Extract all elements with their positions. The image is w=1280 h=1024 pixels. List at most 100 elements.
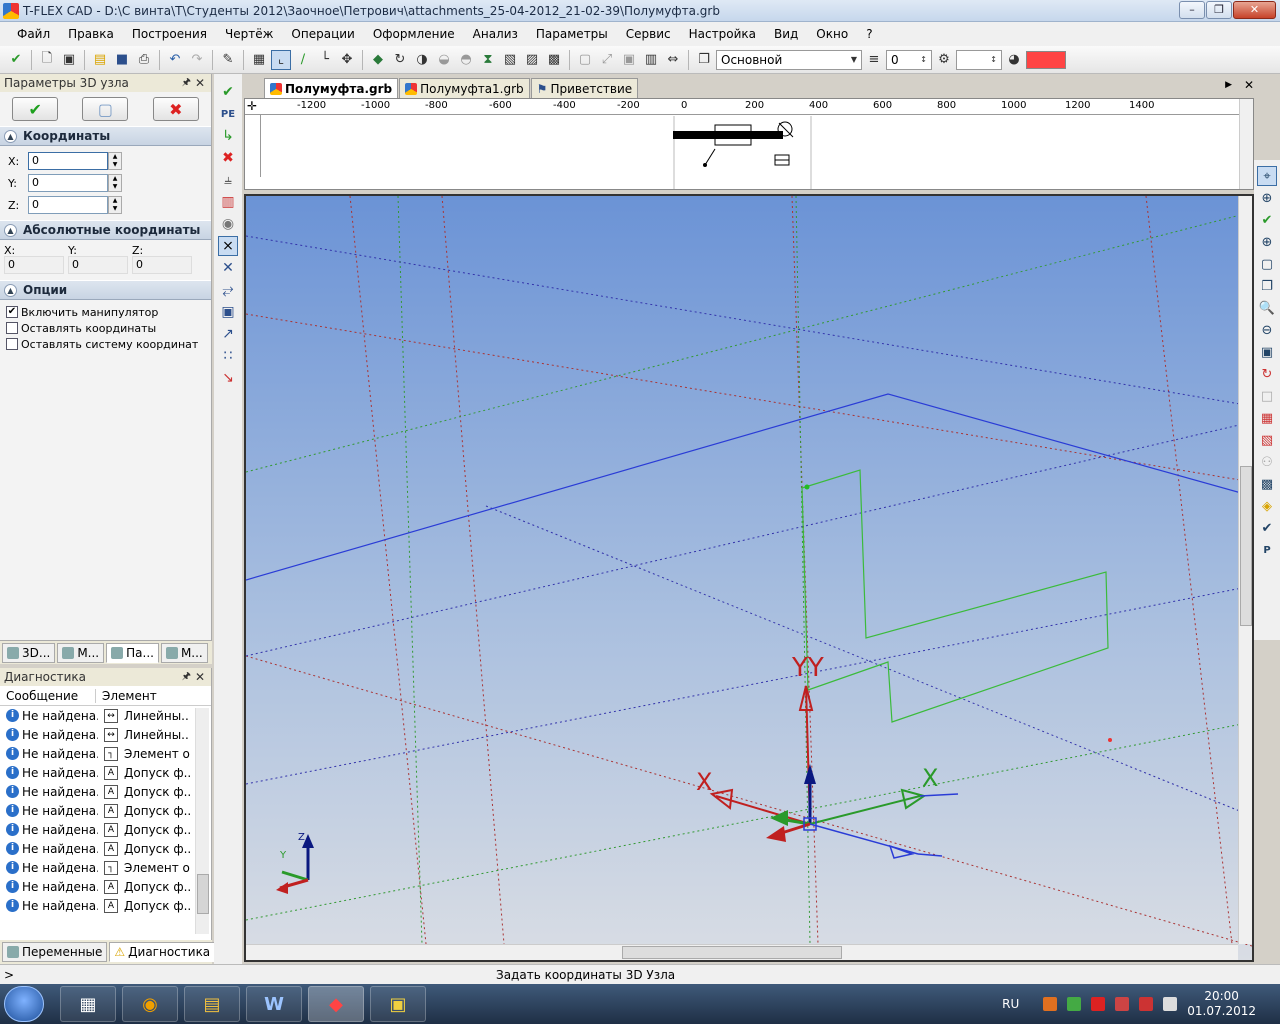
redo-icon[interactable]: ↷ (187, 50, 207, 70)
params-icon[interactable]: PE (218, 104, 238, 124)
column-element[interactable]: Элемент (96, 689, 157, 703)
properties-icon[interactable]: P (1257, 540, 1277, 560)
zoom-icon[interactable]: 🔍 (1257, 298, 1277, 318)
measure-icon[interactable]: ⤢ (597, 50, 617, 70)
pin-icon[interactable]: 🖈 (182, 75, 191, 92)
node-icon[interactable]: ⨯ (218, 236, 238, 256)
zoom-all-icon[interactable]: ❐ (1257, 276, 1277, 296)
table-row[interactable]: iНе найдена...AДопуск ф... (0, 839, 211, 858)
snap-node-icon[interactable]: ⌖ (1257, 166, 1277, 186)
zoom-window-icon[interactable]: ▢ (1257, 254, 1277, 274)
network-icon[interactable] (1067, 997, 1082, 1011)
tab-diagnostics[interactable]: ⚠ Диагностика (109, 942, 216, 962)
panel-tab-0[interactable]: 3D... (2, 642, 56, 663)
undo-icon[interactable]: ↶ (165, 50, 185, 70)
array-icon[interactable]: ▨ (522, 50, 542, 70)
tab-polumufta[interactable]: Полумуфта.grb (264, 78, 399, 98)
panel-tab-1[interactable]: М... (57, 642, 105, 663)
layer-select[interactable]: Основной ▼ (716, 49, 862, 70)
menu-item-6[interactable]: Анализ (464, 22, 527, 46)
menu-item-1[interactable]: Правка (59, 22, 123, 46)
column-message[interactable]: Сообщение (0, 688, 96, 703)
menu-item-7[interactable]: Параметры (527, 22, 617, 46)
table-row[interactable]: iНе найдена...┐Элемент о... (0, 858, 211, 877)
cancel-button[interactable]: ✖ (152, 97, 199, 121)
tab-variables[interactable]: Переменные (2, 942, 108, 962)
menu-item-10[interactable]: Вид (765, 22, 807, 46)
apply-next-icon[interactable]: ↳ (218, 126, 238, 146)
menu-item-4[interactable]: Операции (282, 22, 363, 46)
layers-icon[interactable]: ❐ (694, 50, 714, 70)
table-row[interactable]: iНе найдена...AДопуск ф... (0, 782, 211, 801)
node-array-icon[interactable]: ∷ (218, 346, 238, 366)
zoom-fit-icon[interactable]: ▣ (1257, 342, 1277, 362)
media-task-icon[interactable]: ◉ (122, 986, 178, 1022)
z-input[interactable]: 0 (28, 196, 108, 214)
material-icon[interactable]: ▥ (641, 50, 661, 70)
priority-icon[interactable]: ⚙ (934, 50, 954, 70)
viewport-3d[interactable]: YY X X Z Y (244, 194, 1254, 962)
loft-icon[interactable]: ⧗ (478, 50, 498, 70)
keep-cs-checkbox[interactable] (6, 338, 18, 350)
close-icon[interactable]: ✕ (195, 76, 205, 90)
tab-polumufta1[interactable]: Полумуфта1.grb (399, 78, 530, 98)
pencil-icon[interactable]: ✎ (218, 50, 238, 70)
language-indicator[interactable]: RU (1002, 997, 1019, 1011)
close-icon[interactable]: ✕ (195, 670, 205, 684)
pan-view-icon[interactable]: □ (1257, 386, 1277, 406)
delete-node-icon[interactable]: ✕ (218, 258, 238, 278)
snap-icon[interactable]: ⌞ (271, 49, 291, 70)
snap-point-icon[interactable]: ⊕ (1257, 188, 1277, 208)
view-icon[interactable]: ▢ (575, 50, 595, 70)
extrude-icon[interactable]: ◆ (368, 50, 388, 70)
minimize-button[interactable]: – (1179, 1, 1205, 19)
drawing-view-2d[interactable]: ✛ -1200 -1000 -800 -600 -400 -200 0 200 400 600 80… (244, 98, 1254, 190)
axes-icon[interactable]: └ (315, 50, 335, 70)
x-input[interactable]: 0 (28, 152, 108, 170)
node-offset-icon[interactable]: ↘ (218, 368, 238, 388)
table-row[interactable]: iНе найдена...┐Элемент о... (0, 744, 211, 763)
section-icon[interactable]: ▣ (619, 50, 639, 70)
point-icon[interactable]: ◉ (218, 214, 238, 234)
close-document-icon[interactable]: ✕ (1244, 78, 1254, 92)
clock[interactable]: 20:00 01.07.2012 (1187, 989, 1256, 1019)
tab-welcome[interactable]: ⚑ Приветствие (530, 78, 639, 98)
apply-icon[interactable]: ✔ (218, 82, 238, 102)
new-3d-icon[interactable]: ▣ (59, 50, 79, 70)
diagnostics-scrollbar[interactable] (195, 708, 209, 934)
section-absolute-coordinates[interactable]: ▲ Абсолютные координаты (0, 220, 211, 240)
table-row[interactable]: iНе найдена...AДопуск ф... (0, 763, 211, 782)
table-row[interactable]: iНе найдена...↔Линейны... (0, 706, 211, 725)
new-file-icon[interactable]: 🗋 (37, 50, 57, 70)
layer-icon[interactable]: ▥ (218, 192, 238, 212)
cancel-icon[interactable]: ✖ (218, 148, 238, 168)
menu-item-2[interactable]: Построения (123, 22, 216, 46)
antivirus-icon[interactable] (1091, 997, 1106, 1011)
line-icon[interactable]: ∕ (293, 50, 313, 70)
color-palette-icon[interactable]: ◕ (1004, 50, 1024, 70)
open-folder-icon[interactable]: ▤ (90, 50, 110, 70)
manipulator-checkbox[interactable]: ✔ (6, 306, 18, 318)
color-swatch[interactable] (1026, 50, 1066, 69)
line-type-select[interactable]: ↕ (956, 49, 1002, 70)
level-stepper[interactable]: 0 ↕ (886, 49, 932, 70)
section-coordinates[interactable]: ▲ Координаты (0, 126, 211, 146)
render-icon[interactable]: ▦ (1257, 408, 1277, 428)
scroll-tabs-icon[interactable]: ▶ (1225, 80, 1232, 90)
word-task-icon[interactable]: W (246, 986, 302, 1022)
panel-tab-3[interactable]: М... (160, 642, 208, 663)
chamfer-icon[interactable]: ◓ (456, 50, 476, 70)
shade-icon[interactable]: ▧ (1257, 430, 1277, 450)
archive-task-icon[interactable]: ▣ (370, 986, 426, 1022)
table-row[interactable]: iНе найдена...AДопуск ф... (0, 896, 211, 915)
node-link-icon[interactable]: ⥂ (218, 280, 238, 300)
grid-icon[interactable]: ▦ (249, 50, 269, 70)
menu-item-8[interactable]: Сервис (617, 22, 680, 46)
shell-icon[interactable]: ▧ (500, 50, 520, 70)
flag-tray-icon[interactable] (1139, 997, 1154, 1011)
drawing-scrollbar[interactable] (1239, 99, 1253, 189)
print-icon[interactable]: ⎙ (134, 50, 154, 70)
menu-item-11[interactable]: Окно (807, 22, 857, 46)
node-surface-icon[interactable]: ▣ (218, 302, 238, 322)
node-axes-icon[interactable]: ↗ (218, 324, 238, 344)
